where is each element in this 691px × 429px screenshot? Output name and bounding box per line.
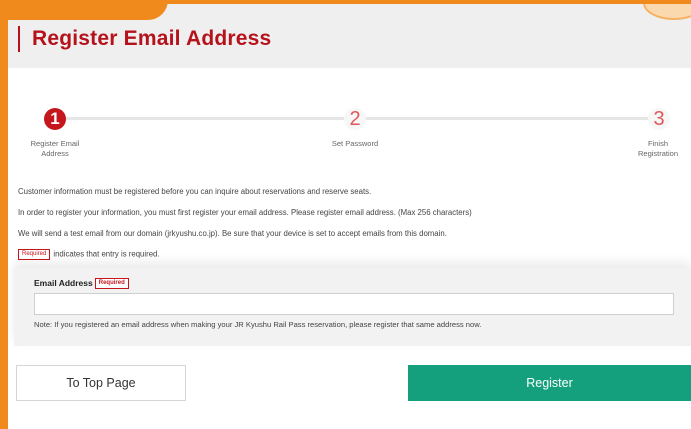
page-title: Register Email Address	[18, 26, 271, 52]
register-button[interactable]: Register	[408, 365, 691, 401]
email-note: Note: If you registered an email address…	[34, 320, 482, 329]
orange-top-border	[160, 0, 691, 4]
step-1-circle: 1	[44, 108, 66, 130]
info-text-2: In order to register your information, y…	[18, 208, 472, 217]
email-input[interactable]	[34, 293, 674, 315]
email-field-label: Email Address Required	[34, 278, 132, 290]
info-text-3: We will send a test email from our domai…	[18, 229, 447, 238]
orange-header-tab	[0, 0, 168, 20]
info-text-1: Customer information must be registered …	[18, 187, 372, 196]
step-3-circle: 3	[648, 108, 670, 130]
required-legend: Required indicates that entry is required…	[18, 249, 160, 260]
step-2-circle: 2	[344, 108, 366, 130]
to-top-page-button[interactable]: To Top Page	[16, 365, 186, 401]
step-1-label: Register Email Address	[30, 139, 80, 158]
required-legend-text: indicates that entry is required.	[53, 249, 160, 259]
step-3-label: Finish Registration	[637, 139, 679, 158]
email-label-text: Email Address	[34, 278, 93, 288]
orange-left-border	[0, 0, 8, 429]
required-badge: Required	[18, 249, 51, 260]
step-2-label: Set Password	[331, 139, 379, 148]
email-required-badge: Required	[94, 278, 129, 290]
